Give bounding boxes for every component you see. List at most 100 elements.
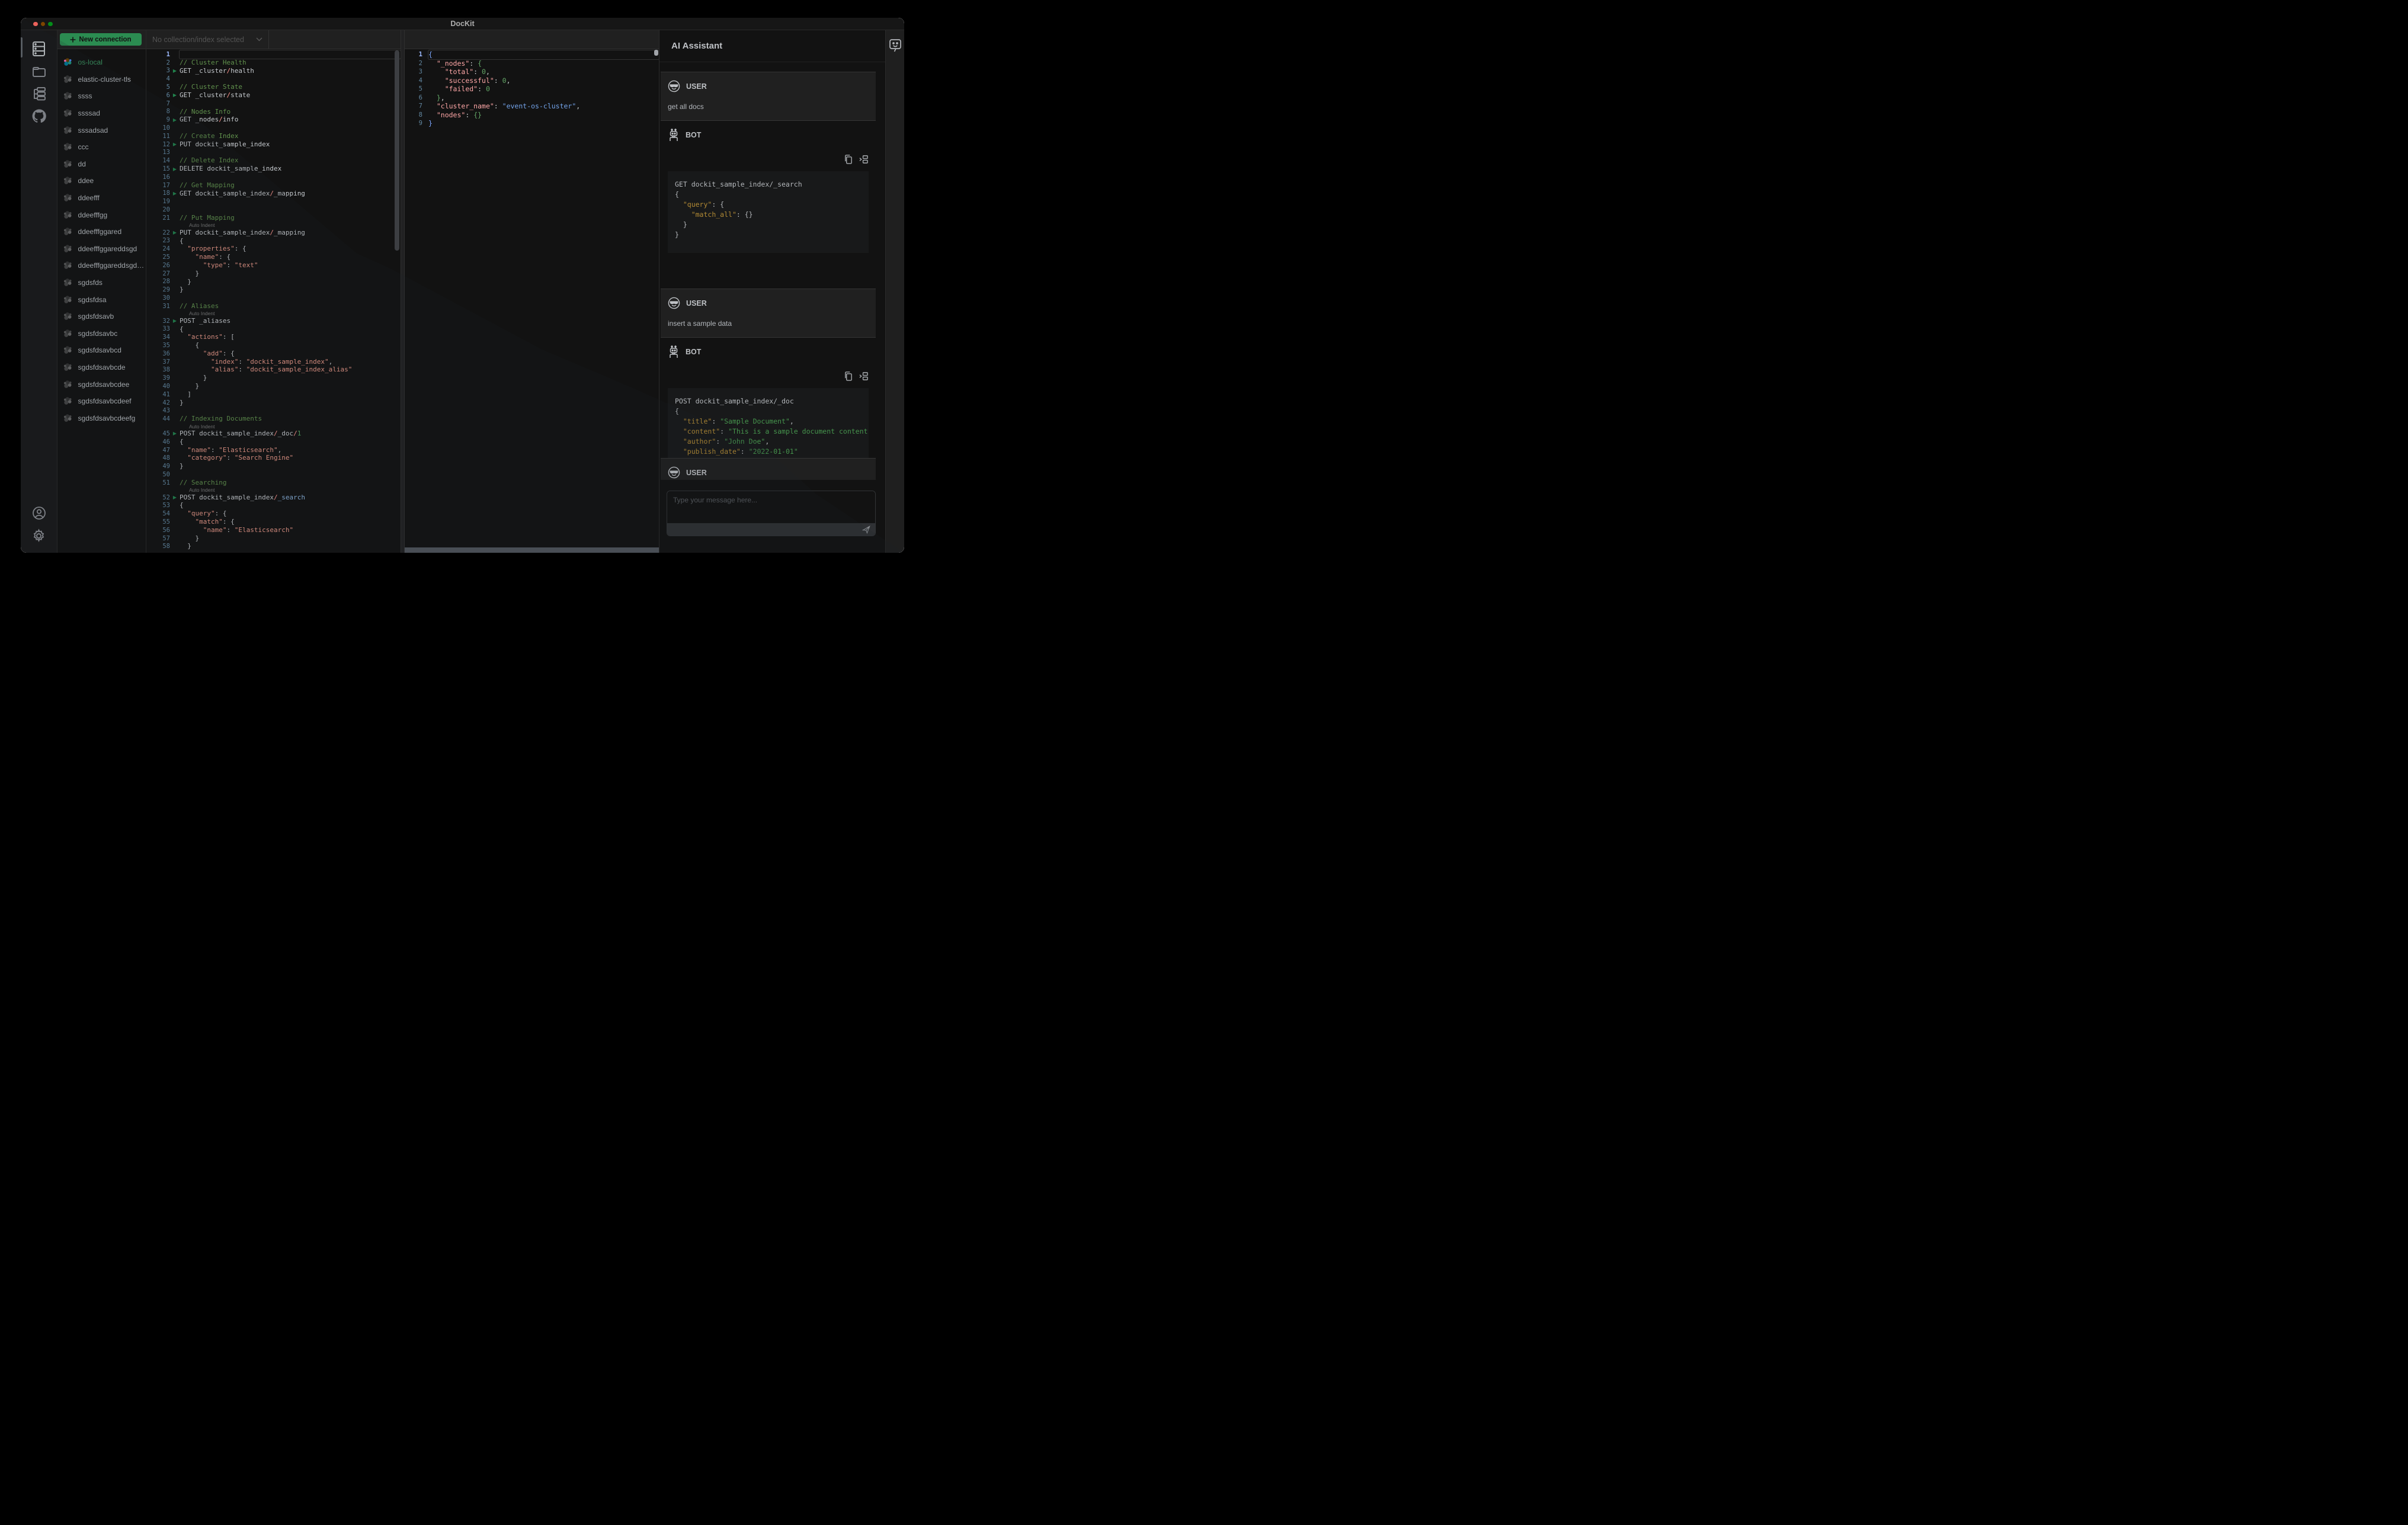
line-number: 37 — [162, 358, 170, 366]
line-number: 52 — [162, 494, 170, 501]
connection-item[interactable]: ddee — [57, 172, 146, 190]
auto-indent-widget[interactable]: Auto Indent — [180, 487, 214, 493]
editor-line: 6 ▶ GET _cluster/state — [146, 91, 401, 100]
run-query-button[interactable]: ▶ — [170, 230, 180, 235]
elasticsearch-logo — [63, 177, 72, 185]
connection-item[interactable]: ddeefff — [57, 190, 146, 207]
connection-item[interactable]: sgdsfdsa — [57, 291, 146, 308]
bot-avatar-icon — [670, 129, 678, 141]
new-connection-button[interactable]: New connection — [60, 33, 142, 46]
line-number: 3 — [418, 68, 422, 76]
request-editor-scrollbar[interactable] — [395, 50, 399, 251]
ai-assistant-panel: AI Assistant USER get all docs BOT GET do… — [659, 30, 904, 553]
connection-item[interactable]: sgdsfdsavbcdee — [57, 376, 146, 393]
tree-icon[interactable] — [28, 82, 50, 105]
connection-item[interactable]: sgdsfdsavb — [57, 308, 146, 325]
line-number: 58 — [162, 543, 170, 550]
connection-item[interactable]: sgdsfdsavbc — [57, 325, 146, 342]
collection-select[interactable]: No collection/index selected — [146, 30, 269, 49]
connection-item[interactable]: dd — [57, 156, 146, 173]
line-number: 30 — [162, 294, 170, 302]
connection-item[interactable]: ddeefffggareddsgda… — [57, 257, 146, 274]
chat-input[interactable] — [667, 491, 875, 523]
connection-item[interactable]: ddeefffggareddsgd — [57, 241, 146, 258]
line-number: 43 — [162, 407, 170, 415]
send-icon[interactable] — [862, 525, 870, 534]
editor-line: 5// Cluster State — [146, 83, 401, 91]
user-message: USERget all docs — [661, 458, 876, 480]
run-query-button[interactable]: ▶ — [170, 166, 180, 172]
auto-indent-widget[interactable]: Auto Indent — [180, 222, 214, 228]
run-query-button[interactable]: ▶ — [170, 92, 180, 98]
insert-to-editor-icon[interactable] — [859, 155, 869, 164]
titlebar: DocKit — [21, 18, 904, 30]
line-number: 41 — [162, 390, 170, 398]
editor-splitter[interactable] — [401, 30, 405, 553]
auto-indent-widget[interactable]: Auto Indent — [180, 424, 214, 430]
connections-icon[interactable] — [28, 37, 50, 60]
run-query-button[interactable]: ▶ — [170, 117, 180, 123]
connection-item[interactable]: elastic-cluster-tls — [57, 71, 146, 88]
response-editor[interactable]: 1{ 2 "_nodes": { 3 "total": 0, 4 "succes… — [405, 49, 659, 553]
line-number: 54 — [162, 510, 170, 518]
connection-item[interactable]: ddeefffggared — [57, 223, 146, 241]
line-number: 26 — [162, 261, 170, 269]
github-icon[interactable] — [28, 105, 50, 127]
connection-item[interactable]: ssss — [57, 88, 146, 105]
connection-item[interactable]: ccc — [57, 139, 146, 156]
connection-name: ssssad — [78, 109, 100, 118]
insert-to-editor-icon[interactable] — [859, 371, 869, 381]
user-avatar-icon — [668, 466, 680, 479]
editor-line: 24 "properties": { — [146, 245, 401, 253]
copy-icon[interactable] — [844, 371, 853, 381]
connection-item[interactable]: sgdsfdsavbcde — [57, 359, 146, 376]
connection-item[interactable]: sgdsfdsavbcd — [57, 342, 146, 359]
folder-icon[interactable] — [28, 60, 50, 82]
connection-item[interactable]: sgdsfdsavbcdeef — [57, 393, 146, 410]
line-number: 57 — [162, 534, 170, 542]
connection-item[interactable]: sgdsfds — [57, 274, 146, 291]
line-number: 7 — [166, 100, 170, 107]
run-query-button[interactable]: ▶ — [170, 142, 180, 147]
run-query-button[interactable]: ▶ — [170, 431, 180, 436]
connection-name: ddeefffggareddsgda… — [78, 261, 146, 270]
editor-line: 48 "category": "Search Engine" — [146, 454, 401, 462]
line-number: 17 — [162, 181, 170, 189]
connection-name: ddee — [78, 177, 94, 185]
connection-item[interactable]: os-local — [57, 54, 146, 71]
connection-item[interactable]: ddeefffgg — [57, 206, 146, 223]
ai-chat: AI Assistant USER get all docs BOT GET do… — [659, 30, 885, 553]
run-query-button[interactable]: ▶ — [170, 191, 180, 196]
response-horizontal-scrollbar[interactable] — [405, 547, 659, 553]
elasticsearch-logo — [63, 228, 72, 236]
ai-assistant-title: AI Assistant — [659, 30, 885, 62]
editor-line: 14// Delete Index — [146, 156, 401, 165]
request-editor[interactable]: 1 2// Cluster Health 3 ▶ GET _cluster/heal… — [146, 49, 401, 553]
response-editor-scrollbar[interactable] — [654, 50, 658, 56]
run-query-button[interactable]: ▶ — [170, 318, 180, 323]
user-label: USER — [686, 299, 707, 307]
copy-icon[interactable] — [844, 155, 853, 164]
response-line: 1{ — [405, 50, 659, 60]
run-query-button[interactable]: ▶ — [170, 495, 180, 500]
user-icon[interactable] — [28, 502, 50, 524]
editor-line: 13 — [146, 149, 401, 157]
connection-name: sgdsfdsavbcdee — [78, 380, 130, 389]
connection-item[interactable]: ssssad — [57, 105, 146, 122]
line-number: 40 — [162, 382, 170, 390]
response-line: 6 }, — [405, 94, 659, 102]
line-number: 7 — [418, 102, 422, 110]
line-number: 44 — [162, 415, 170, 423]
screenshot-canvas: DocKit New connection os-local elastic-c… — [0, 0, 929, 588]
line-number: 12 — [162, 140, 170, 148]
auto-indent-widget[interactable]: Auto Indent — [180, 310, 214, 316]
run-query-button[interactable]: ▶ — [170, 68, 180, 73]
editor-line: 35 { — [146, 341, 401, 350]
gear-icon[interactable] — [28, 524, 50, 547]
connection-item[interactable]: sssadsad — [57, 121, 146, 139]
line-number: 3 — [166, 67, 170, 75]
elasticsearch-logo — [63, 126, 72, 134]
chat-smiley-icon[interactable] — [889, 39, 902, 53]
sidebar-header: New connection — [57, 30, 146, 49]
connection-item[interactable]: sgdsfdsavbcdeefg — [57, 409, 146, 427]
